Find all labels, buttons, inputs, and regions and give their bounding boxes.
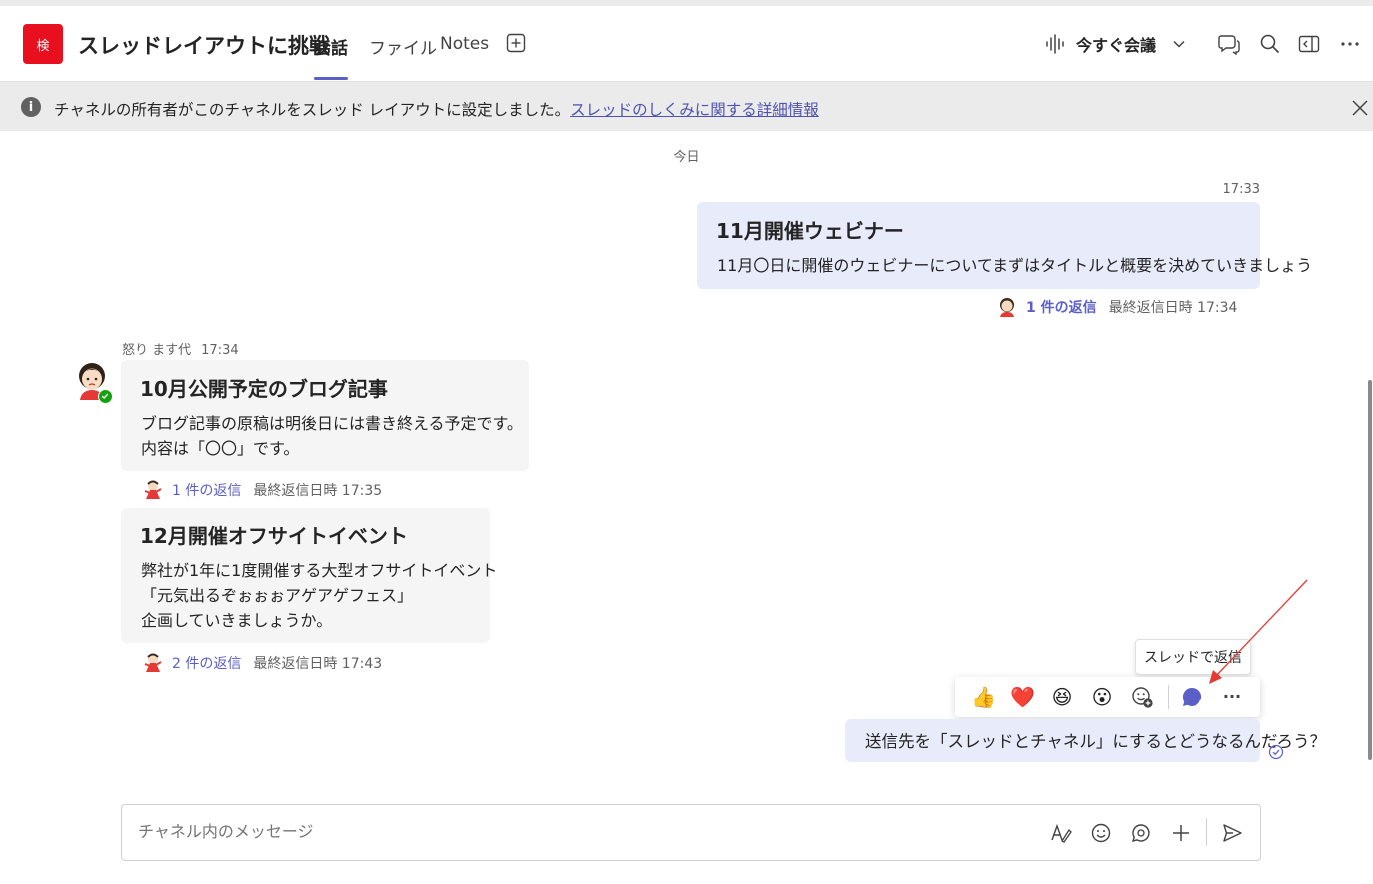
info-banner: i チャネルの所有者がこのチャネルをスレッド レイアウトに設定しました。スレッド… <box>0 82 1373 131</box>
sender-time: 17:34 <box>201 343 239 358</box>
popout-icon[interactable] <box>1297 32 1321 56</box>
reply-count-link[interactable]: 2 件の返信 <box>172 653 241 673</box>
waveform-icon <box>1046 34 1064 54</box>
thread-replies-summary[interactable]: 1 件の返信 最終返信日時 17:34 <box>996 296 1237 318</box>
meet-now-label: 今すぐ会議 <box>1076 36 1157 55</box>
date-divider: 今日 <box>673 150 700 165</box>
banner-learn-more-link[interactable]: スレッドのしくみに関する詳細情報 <box>570 101 819 119</box>
sent-status-icon <box>1268 744 1284 760</box>
own-message[interactable]: 送信先を「スレッドとチャネル」にするとどうなるんだろう？ <box>845 719 1326 762</box>
reply-count-link[interactable]: 1 件の返信 <box>172 480 241 500</box>
post-subject: 10月公開予定のブログ記事 <box>140 377 388 401</box>
thumbs-up-icon[interactable]: 👍 <box>971 685 996 709</box>
close-icon[interactable] <box>1349 97 1371 119</box>
plus-square-icon[interactable] <box>506 33 526 53</box>
attach-plus-icon[interactable] <box>1170 822 1192 844</box>
channel-title: スレッドレイアウトに挑戦 <box>78 34 330 58</box>
presence-available-icon <box>98 389 113 404</box>
heart-icon[interactable]: ❤️ <box>1010 685 1035 709</box>
message-timestamp: 17:33 <box>1222 182 1260 197</box>
search-icon[interactable] <box>1258 32 1282 56</box>
info-icon: i <box>21 97 41 117</box>
post-blog-article[interactable]: 10月公開予定のブログ記事 ブログ記事の原稿は明後日には書き終える予定です。 内… <box>121 360 529 471</box>
replier-avatar-icon <box>1000 298 1014 317</box>
banner-text: チャネルの所有者がこのチャネルをスレッド レイアウトに設定しました。スレッドのし… <box>54 98 819 120</box>
loop-icon[interactable] <box>1130 822 1152 844</box>
reply-in-thread-icon[interactable] <box>1180 685 1204 709</box>
reply-count-link[interactable]: 1 件の返信 <box>1026 297 1097 317</box>
more-icon[interactable] <box>1338 32 1362 56</box>
last-reply-time: 最終返信日時 17:43 <box>253 656 383 672</box>
compose-divider <box>1206 818 1207 846</box>
last-reply-time: 最終返信日時 17:34 <box>1108 300 1238 316</box>
sender-line: 怒り ます代 17:34 <box>122 339 239 358</box>
message-input[interactable] <box>138 822 938 841</box>
message-reaction-bar: 👍 ❤️ 😆 😮 ··· <box>955 677 1260 717</box>
post-body-line-2: 内容は「〇〇」です。 <box>141 439 300 458</box>
reply-in-thread-tooltip: スレッドで返信 <box>1135 639 1251 675</box>
chevron-down-icon[interactable] <box>1172 37 1186 51</box>
reaction-bar-divider <box>1168 685 1169 709</box>
add-reaction-icon[interactable] <box>1130 685 1154 709</box>
post-subject: 11月開催ウェビナー <box>716 219 904 243</box>
last-reply-time: 最終返信日時 17:35 <box>253 483 383 499</box>
replier-avatar-icon <box>144 653 162 672</box>
replier-avatar-icon <box>144 480 162 499</box>
thread-replies-summary[interactable]: 1 件の返信 最終返信日時 17:35 <box>142 479 382 501</box>
chat-scrollbar[interactable] <box>1368 380 1372 760</box>
surprised-icon[interactable]: 😮 <box>1090 685 1114 709</box>
tab-files[interactable]: ファイル <box>369 34 437 59</box>
tab-notes[interactable]: Notes <box>440 34 489 54</box>
post-body-line-1: 弊社が1年に1度開催する大型オフサイトイベント <box>141 561 498 580</box>
team-avatar[interactable]: 検 <box>23 24 63 64</box>
compose-box <box>121 804 1261 861</box>
message-text: 送信先を「スレッドとチャネル」にするとどうなるんだろう？ <box>865 732 1327 751</box>
channel-header: 検 スレッドレイアウトに挑戦 会話 ファイル Notes 今すぐ会議 <box>0 6 1373 82</box>
post-body: 11月〇日に開催のウェビナーについてまずはタイトルと概要を決めていきましょう <box>717 256 1313 275</box>
emoji-icon[interactable] <box>1090 822 1112 844</box>
laugh-icon[interactable]: 😆 <box>1050 685 1074 709</box>
thread-replies-summary[interactable]: 2 件の返信 最終返信日時 17:43 <box>142 652 382 674</box>
sender-name[interactable]: 怒り ます代 <box>122 343 191 358</box>
more-options-icon[interactable]: ··· <box>1220 685 1244 709</box>
meet-now-button[interactable]: 今すぐ会議 <box>1044 30 1186 58</box>
post-body-line-2: 「元気出るぞぉぉぉアゲアゲフェス」 <box>141 586 414 605</box>
chat-bubbles-icon[interactable] <box>1217 32 1241 56</box>
post-body-line-1: ブログ記事の原稿は明後日には書き終える予定です。 <box>141 414 523 433</box>
banner-message: チャネルの所有者がこのチャネルをスレッド レイアウトに設定しました。 <box>54 101 571 119</box>
active-tab-indicator <box>314 77 348 80</box>
send-icon[interactable] <box>1221 822 1243 844</box>
tab-conversations[interactable]: 会話 <box>314 34 348 59</box>
post-offsite-event[interactable]: 12月開催オフサイトイベント 弊社が1年に1度開催する大型オフサイトイベント 「… <box>121 508 497 643</box>
post-subject: 12月開催オフサイトイベント <box>140 524 408 548</box>
post-body-line-3: 企画していきましょうか。 <box>141 611 333 630</box>
format-icon[interactable] <box>1050 822 1072 844</box>
own-post-webinar[interactable]: 11月開催ウェビナー 11月〇日に開催のウェビナーについてまずはタイトルと概要を… <box>697 202 1312 289</box>
